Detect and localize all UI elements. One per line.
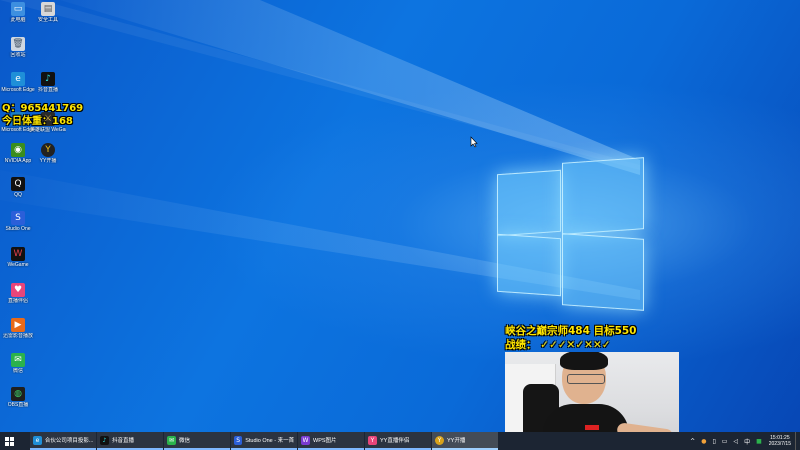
yy-icon: Y [41,143,55,157]
obs-icon: ◍ [11,387,25,401]
wegame-icon: W [11,247,25,261]
taskbar: e 合伙公司项目投影... ♪ 抖音直播 ✉ 微信 S Studio One -… [0,432,800,450]
wechat-task-icon: ✉ [167,435,176,445]
taskbar-item-label: YY开播 [447,438,466,444]
webcam-person-hair [560,352,608,370]
computer-icon: ▭ [11,2,25,16]
desktop-icon-douyin[interactable]: ♪ 抖音直播 [30,72,66,93]
windows-logo-pane-tl [497,169,561,237]
desktop-icon-live-companion[interactable]: ♥ 直播伴侣 [0,283,36,304]
taskbar-clock[interactable]: 15:01:25 2023/7/15 [769,435,791,448]
taskbar-item-wps-image[interactable]: W WPS图片 [298,432,364,450]
tray-wechat-icon[interactable]: ■ [756,438,762,445]
desktop-icon-label: 抖音直播 [37,87,58,93]
desktop-icon-label: WeGame [7,262,29,268]
studio-one-icon: S [11,211,25,225]
mouse-cursor-icon [470,136,478,148]
wps-image-task-icon: W [301,435,310,445]
qq-icon: Q [11,177,25,191]
windows-logo-pane-tr [562,157,644,235]
taskbar-item-label: 微信 [179,438,191,444]
windows-start-icon [4,436,14,446]
desktop-icon-recycle-bin[interactable]: 🗑 回收站 [0,37,36,58]
desktop-icon-wegame[interactable]: W WeGame [0,247,36,268]
desktop-icon-xunlei[interactable]: ▶ 迅雷影音播放 [0,318,36,339]
xunlei-icon: ▶ [11,318,25,332]
desktop-icon-label: Studio One [5,226,31,232]
desktop-icon-qq[interactable]: Q QQ [0,177,36,198]
desktop-icon-studio-one[interactable]: S Studio One [0,211,36,232]
tray-network-icon[interactable]: ▭ [722,438,728,445]
desktop-icon-wechat[interactable]: ✉ 微信 [0,353,36,374]
desktop-icon-yy[interactable]: Y YY开播 [30,143,66,164]
yy-task-icon: Y [435,435,444,445]
windows-logo-pane-br [562,233,644,311]
yy-live-task-icon: Y [368,435,377,445]
nvidia-icon: ◉ [11,143,25,157]
edge-icon: e [11,72,25,86]
tool-icon: ▤ [41,2,55,16]
taskbar-item-wechat[interactable]: ✉ 微信 [164,432,230,450]
taskbar-item-edge[interactable]: e 合伙公司项目投影... [30,432,96,450]
tray-notification-icon[interactable]: ● [701,438,706,445]
taskbar-item-label: 合伙公司项目投影... [44,438,93,444]
tray-chevron-icon[interactable]: ^ [690,438,695,445]
desktop-icon-obs[interactable]: ◍ OBS直播 [0,387,36,408]
taskbar-item-yy[interactable]: Y YY开播 [432,432,498,450]
overlay-rank-text: 峡谷之巅宗师484 目标550 [505,325,637,337]
webcam-person-glasses [567,374,605,384]
system-tray: ^ ● ▯ ▭ ◁ 中 ■ 15:01:25 2023/7/15 [687,432,800,450]
edge-task-icon: e [33,435,42,445]
show-desktop-button[interactable] [795,432,800,450]
taskbar-item-studio-one[interactable]: S Studio One - 来一首... [231,432,297,450]
desktop-icon-label: OBS直播 [7,402,29,408]
desktop-icon-label: QQ [14,192,22,198]
desktop-icon-label: YY开播 [39,158,57,164]
overlay-weight-text: 今日体重：168 [2,116,73,127]
taskbar-item-label: Studio One - 来一首... [245,438,294,444]
tray-volume-icon[interactable]: ◁ [733,438,738,445]
douyin-icon: ♪ [41,72,55,86]
overlay-record-text: 战绩： ✓✓✓✕✓✕✕✓ [505,339,611,351]
windows-logo-pane-bl [497,233,561,297]
taskbar-item-label: YY直播伴侣 [380,438,410,444]
webcam-shirt-logo [585,425,599,430]
taskbar-item-douyin[interactable]: ♪ 抖音直播 [97,432,163,450]
studio-one-task-icon: S [234,435,243,445]
clock-date: 2023/7/15 [768,441,791,447]
wallpaper-light-beams [0,0,640,300]
desktop-icon-label: 微信 [12,368,23,374]
desktop-icon-label: 回收站 [10,52,26,58]
douyin-task-icon: ♪ [100,435,109,445]
taskbar-item-label: WPS图片 [313,438,337,444]
desktop: ▭ 此电脑 ▤ 安全工具 🗑 回收站 e Microsoft Edge ♪ 抖音… [0,0,800,432]
recycle-bin-icon: 🗑 [11,37,25,51]
tray-battery-icon[interactable]: ▯ [712,438,715,445]
taskbar-item-yy-live[interactable]: Y YY直播伴侣 [365,432,431,450]
start-button[interactable] [0,432,18,450]
taskbar-item-label: 抖音直播 [112,438,135,444]
desktop-icon-label: 英雄联盟 WeGame版 [30,127,66,133]
windows-logo [497,157,644,311]
tray-language-text[interactable]: 中 [744,437,750,446]
live-companion-icon: ♥ [11,283,25,297]
desktop-icon-tool[interactable]: ▤ 安全工具 [30,2,66,23]
wechat-icon: ✉ [11,353,25,367]
desktop-icon-label: 直播伴侣 [7,298,28,304]
desktop-icon-label: 安全工具 [37,17,58,23]
desktop-icon-label: 迅雷影音播放 [2,333,33,339]
